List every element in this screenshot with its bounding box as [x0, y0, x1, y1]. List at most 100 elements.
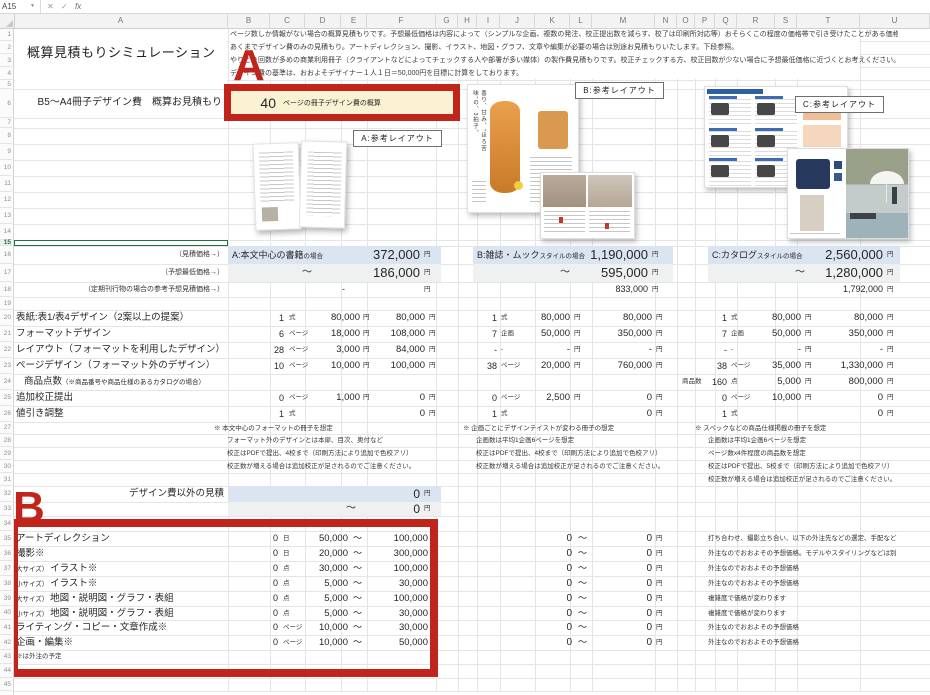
- item-qty-cell[interactable]: 38: [685, 358, 727, 374]
- row-header-26[interactable]: 26: [0, 406, 12, 422]
- row-header-11[interactable]: 11: [0, 176, 12, 192]
- column-header-B[interactable]: B: [228, 13, 270, 28]
- line-item-label[interactable]: レイアウト（フォーマットを利用したデザイン）: [16, 342, 225, 358]
- column-header-A[interactable]: A: [14, 13, 228, 28]
- column-header-L[interactable]: L: [570, 13, 592, 28]
- column-header-O[interactable]: O: [677, 13, 695, 28]
- item-amount-cell[interactable]: 84,000: [372, 342, 425, 358]
- column-header-C[interactable]: C: [270, 13, 305, 28]
- variant-b-estimate[interactable]: 1,190,000: [548, 246, 648, 264]
- function-icon[interactable]: fx: [75, 0, 81, 13]
- row-header-30[interactable]: 30: [0, 460, 12, 473]
- variant-a-estimate[interactable]: 372,000: [320, 246, 420, 264]
- item-qty-cell[interactable]: 1: [685, 406, 727, 422]
- row-header-4[interactable]: 4: [0, 67, 12, 80]
- row-header-27[interactable]: 27: [0, 422, 12, 434]
- other-estimate-min-value[interactable]: 0: [356, 502, 420, 516]
- name-box-dropdown-icon[interactable]: ▼: [30, 0, 35, 13]
- item-amount-cell[interactable]: 1,330,000: [812, 358, 883, 374]
- row-header-6[interactable]: 6: [0, 89, 12, 118]
- line-item-label[interactable]: フォーマットデザイン: [16, 326, 111, 342]
- variant-c-periodical[interactable]: 1,792,000: [783, 282, 883, 297]
- row-header-5[interactable]: 5: [0, 80, 12, 89]
- column-header-Q[interactable]: Q: [715, 13, 737, 28]
- row-header-7[interactable]: 7: [0, 118, 12, 128]
- item-amount-cell[interactable]: -: [812, 342, 883, 358]
- line-item-label[interactable]: ページデザイン（フォーマット外のデザイン）: [16, 358, 215, 374]
- item-qty-cell[interactable]: 1: [455, 310, 497, 326]
- item-amount-cell[interactable]: 0: [372, 406, 425, 422]
- row-header-41[interactable]: 41: [0, 620, 12, 635]
- item-amount-cell[interactable]: 108,000: [372, 326, 425, 342]
- item-unit-price-cell[interactable]: 3,000: [296, 342, 360, 358]
- item-unit-price-cell[interactable]: 10,000: [296, 358, 360, 374]
- item-unit-price-cell[interactable]: 80,000: [737, 310, 801, 326]
- option-subtotal-max[interactable]: 0: [590, 531, 652, 546]
- item-qty-cell[interactable]: 6: [228, 326, 284, 342]
- option-subtotal-min[interactable]: 0: [528, 635, 572, 650]
- row-header-1[interactable]: 1: [0, 28, 12, 41]
- item-amount-cell[interactable]: 0: [812, 390, 883, 406]
- column-header-E[interactable]: E: [341, 13, 367, 28]
- item-qty-cell[interactable]: 160: [685, 374, 727, 390]
- item-qty-cell[interactable]: -: [685, 342, 727, 358]
- item-amount-cell[interactable]: 0: [812, 406, 883, 422]
- row-header-8[interactable]: 8: [0, 128, 12, 144]
- row-header-24[interactable]: 24: [0, 374, 12, 390]
- option-subtotal-min[interactable]: 0: [528, 561, 572, 576]
- item-qty-cell[interactable]: 28: [228, 342, 284, 358]
- row-header-39[interactable]: 39: [0, 591, 12, 606]
- item-qty-cell[interactable]: 1: [455, 406, 497, 422]
- option-subtotal-max[interactable]: 0: [590, 576, 652, 591]
- row-header-23[interactable]: 23: [0, 358, 12, 374]
- item-amount-cell[interactable]: 0: [372, 390, 425, 406]
- row-header-18[interactable]: 18: [0, 282, 12, 297]
- cancel-icon[interactable]: ✕: [47, 0, 54, 13]
- item-amount-cell[interactable]: 0: [585, 390, 652, 406]
- item-qty-cell[interactable]: 1: [228, 406, 284, 422]
- column-header-N[interactable]: N: [655, 13, 677, 28]
- line-item-label[interactable]: 値引き調整: [16, 406, 64, 422]
- option-subtotal-max[interactable]: 0: [590, 635, 652, 650]
- option-subtotal-max[interactable]: 0: [590, 546, 652, 561]
- row-header-44[interactable]: 44: [0, 664, 12, 678]
- row-header-36[interactable]: 36: [0, 546, 12, 561]
- variant-c-estimate[interactable]: 2,560,000: [783, 246, 883, 264]
- row-header-19[interactable]: 19: [0, 297, 12, 310]
- variant-b-minimum[interactable]: 595,000: [575, 264, 648, 282]
- item-unit-price-cell[interactable]: 80,000: [506, 310, 570, 326]
- item-amount-cell[interactable]: 0: [585, 406, 652, 422]
- option-subtotal-min[interactable]: 0: [528, 546, 572, 561]
- line-item-label[interactable]: 追加校正提出: [16, 390, 73, 406]
- item-qty-cell[interactable]: 7: [685, 326, 727, 342]
- row-header-2[interactable]: 2: [0, 41, 12, 54]
- item-amount-cell[interactable]: 350,000: [585, 326, 652, 342]
- row-header-28[interactable]: 28: [0, 434, 12, 447]
- option-subtotal-min[interactable]: 0: [528, 606, 572, 621]
- row-header-32[interactable]: 32: [0, 486, 12, 502]
- column-header-P[interactable]: P: [695, 13, 715, 28]
- item-amount-cell[interactable]: 800,000: [812, 374, 883, 390]
- confirm-icon[interactable]: ✓: [61, 0, 68, 13]
- item-qty-cell[interactable]: 1: [228, 310, 284, 326]
- item-unit-price-cell[interactable]: 10,000: [737, 390, 801, 406]
- column-header-G[interactable]: G: [436, 13, 458, 28]
- row-header-12[interactable]: 12: [0, 192, 12, 208]
- row-header-31[interactable]: 31: [0, 473, 12, 486]
- row-header-34[interactable]: 34: [0, 516, 12, 531]
- item-unit-price-cell[interactable]: 2,500: [506, 390, 570, 406]
- item-unit-price-cell[interactable]: 5,000: [737, 374, 801, 390]
- column-header-T[interactable]: T: [797, 13, 860, 28]
- row-header-45[interactable]: 45: [0, 678, 12, 691]
- row-header-33[interactable]: 33: [0, 502, 12, 516]
- item-qty-cell[interactable]: 0: [228, 390, 284, 406]
- column-header-K[interactable]: K: [535, 13, 570, 28]
- option-subtotal-min[interactable]: 0: [528, 591, 572, 606]
- item-amount-cell[interactable]: 80,000: [585, 310, 652, 326]
- row-header-43[interactable]: 43: [0, 650, 12, 664]
- row-header-16[interactable]: 16: [0, 246, 12, 264]
- item-amount-cell[interactable]: 80,000: [812, 310, 883, 326]
- variant-c-minimum[interactable]: 1,280,000: [810, 264, 883, 282]
- item-qty-cell[interactable]: 38: [455, 358, 497, 374]
- item-qty-cell[interactable]: 0: [685, 390, 727, 406]
